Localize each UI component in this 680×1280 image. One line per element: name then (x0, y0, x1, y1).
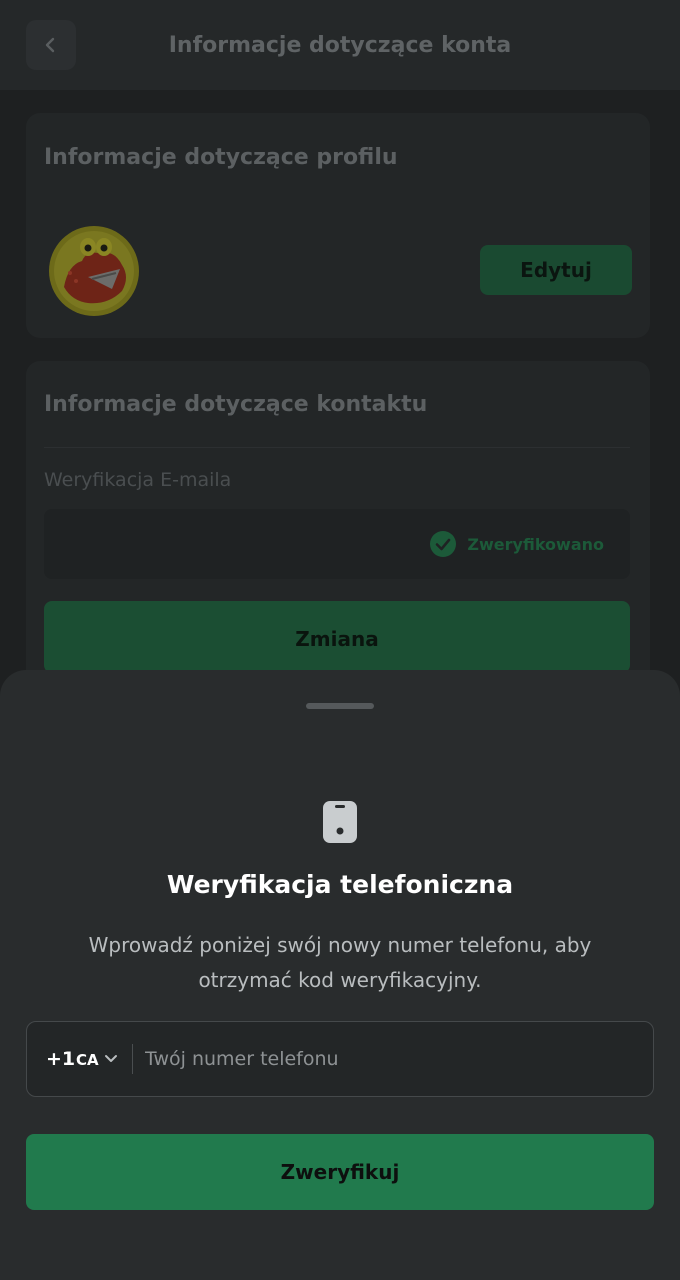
contact-card: Informacje dotyczące kontaktu Weryfikacj… (26, 361, 650, 701)
email-status-badge: Zweryfikowano (429, 509, 604, 579)
contact-card-title: Informacje dotyczące kontaktu (44, 392, 428, 417)
page-title: Informacje dotyczące konta (168, 32, 512, 58)
country-selector[interactable]: CA (76, 1022, 99, 1098)
account-info-screen: Informacje dotyczące konta Informacje do… (0, 0, 680, 1280)
top-bar: Informacje dotyczące konta (0, 0, 680, 90)
email-field: Zweryfikowano (44, 509, 630, 579)
email-verification-label: Weryfikacja E-maila (44, 469, 232, 491)
edit-profile-button[interactable]: Edytuj (480, 245, 632, 295)
check-circle-icon (430, 531, 457, 557)
phone-number-input[interactable] (145, 1036, 625, 1082)
sheet-title: Weryfikacja telefoniczna (166, 870, 514, 899)
phone-icon (323, 801, 357, 843)
email-status-text: Zweryfikowano (467, 534, 604, 554)
change-email-button[interactable]: Zmiana (44, 601, 630, 673)
field-separator (132, 1044, 133, 1074)
profile-card: Informacje dotyczące profilu Edytuj (26, 113, 650, 338)
chevron-down-icon[interactable] (104, 1053, 118, 1065)
divider (44, 447, 630, 448)
verify-button[interactable]: Zweryfikuj (26, 1134, 654, 1210)
sheet-description: Wprowadź poniżej swój nowy numer telefon… (88, 933, 592, 992)
dial-code[interactable]: +1 (46, 1022, 75, 1096)
phone-verification-sheet: Weryfikacja telefoniczna Wprowadź poniże… (0, 670, 680, 1280)
avatar (49, 226, 139, 316)
profile-card-title: Informacje dotyczące profilu (44, 145, 398, 170)
sheet-drag-handle[interactable] (306, 703, 374, 709)
phone-number-field: +1 CA (26, 1021, 654, 1097)
